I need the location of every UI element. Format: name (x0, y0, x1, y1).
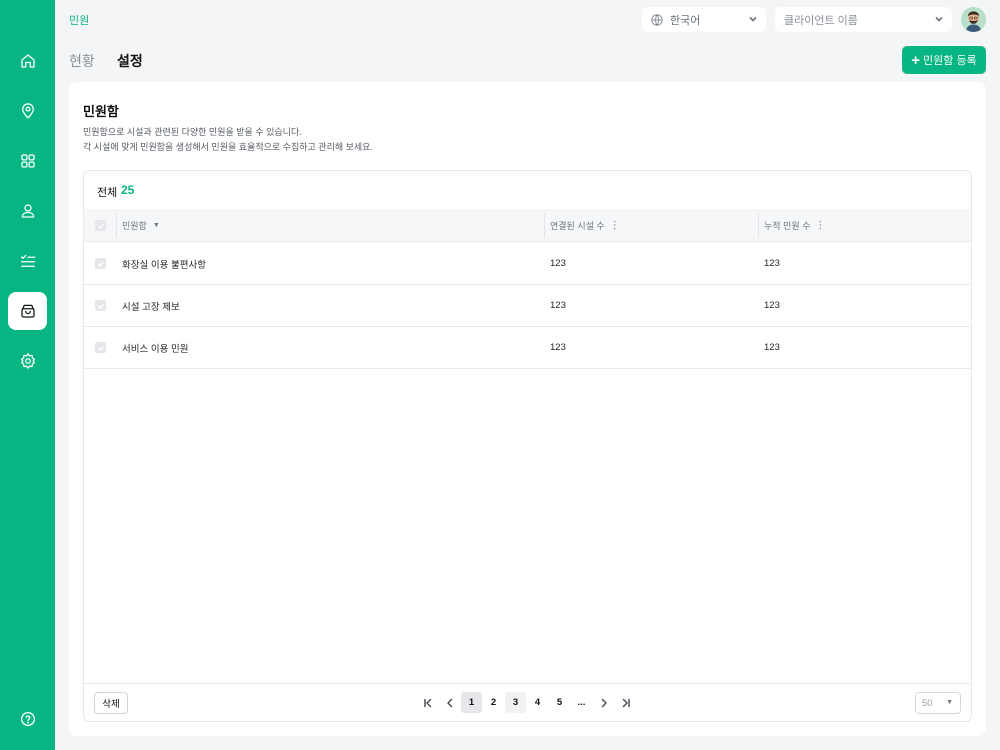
location-pin-icon (21, 103, 34, 119)
complaint-box-card: 민원함 민원함으로 시설과 관련된 다양한 민원을 받을 수 있습니다. 각 시… (69, 82, 986, 736)
description-line-1: 민원함으로 시설과 관련된 다양한 민원을 받을 수 있습니다. (83, 127, 302, 137)
column-divider[interactable] (544, 213, 545, 238)
prev-page-button[interactable] (442, 692, 458, 713)
cell-name: 화장실 이용 불편사항 (122, 259, 206, 271)
total-label: 전체 (97, 187, 118, 199)
add-complaint-box-button[interactable]: + 민원함 등록 (902, 46, 986, 74)
globe-icon (650, 13, 664, 27)
cell-name: 시설 고장 제보 (122, 301, 180, 313)
caret-down-icon: ▼ (946, 699, 953, 706)
help-circle-icon (20, 711, 35, 727)
column-header-complaints[interactable]: 누적 민원 수 ⋮ (764, 209, 825, 242)
row-checkbox[interactable] (95, 258, 106, 269)
cell-complaints: 123 (764, 300, 780, 311)
complaint-box-table: 전체 25 민원함 ▼ 연결된 시설 수 ⋮ 누적 민원 수 ⋮ 화장실 이용 … (83, 170, 972, 722)
description-line-2: 각 시설에 맞게 민원함을 생성해서 민원을 효율적으로 수집하고 관리해 보세… (83, 142, 373, 152)
first-page-button[interactable] (420, 692, 436, 713)
sidebar (0, 0, 55, 750)
sidebar-item-grid[interactable] (8, 142, 47, 180)
column-divider[interactable] (758, 213, 759, 238)
kebab-menu-icon[interactable]: ⋮ (610, 220, 620, 231)
column-header-name-label: 민원함 (122, 221, 147, 231)
cell-facilities: 123 (550, 300, 566, 311)
gear-icon (20, 353, 35, 369)
next-page-button[interactable] (596, 692, 612, 713)
page-3-button[interactable]: 3 (505, 692, 526, 713)
page-4-button[interactable]: 4 (527, 692, 548, 713)
home-icon (20, 54, 35, 68)
row-checkbox[interactable] (95, 300, 106, 311)
cell-complaints: 123 (764, 342, 780, 353)
row-checkbox[interactable] (95, 342, 106, 353)
cell-name: 서비스 이용 민원 (122, 343, 189, 355)
check-icon (97, 303, 104, 309)
column-divider (116, 213, 117, 238)
language-select-value: 한국어 (670, 14, 701, 27)
plus-icon: + (911, 51, 921, 69)
table-footer: 삭제 1 2 3 4 5 ... 50 ▼ (84, 683, 971, 721)
table-row[interactable]: 화장실 이용 불편사항 123 123 (84, 243, 971, 285)
page-1-button[interactable]: 1 (461, 692, 482, 713)
page-ellipsis: ... (577, 697, 586, 708)
table-header: 민원함 ▼ 연결된 시설 수 ⋮ 누적 민원 수 ⋮ (84, 209, 971, 242)
check-icon (97, 223, 104, 229)
chevron-left-icon (447, 698, 453, 707)
user-icon (21, 204, 34, 218)
cell-facilities: 123 (550, 342, 566, 353)
page-5-button[interactable]: 5 (549, 692, 570, 713)
client-select-placeholder: 클라이언트 이름 (784, 14, 858, 27)
sidebar-item-home[interactable] (8, 42, 47, 80)
check-icon (97, 261, 104, 267)
breadcrumb[interactable]: 민원 (69, 12, 89, 28)
grid-icon (20, 154, 35, 168)
tab-settings[interactable]: 설정 (117, 51, 143, 71)
cell-facilities: 123 (550, 258, 566, 269)
page-title: 민원함 (83, 104, 119, 119)
help-button[interactable] (8, 700, 47, 738)
column-header-facilities[interactable]: 연결된 시설 수 ⋮ (550, 209, 620, 242)
chevron-down-icon (748, 14, 758, 24)
sidebar-item-checklist[interactable] (8, 242, 47, 280)
check-icon (97, 345, 104, 351)
page-2-button[interactable]: 2 (483, 692, 504, 713)
avatar[interactable] (961, 7, 986, 32)
tab-status[interactable]: 현황 (69, 51, 95, 71)
first-page-icon (424, 698, 432, 707)
table-row[interactable]: 시설 고장 제보 123 123 (84, 285, 971, 327)
client-select[interactable]: 클라이언트 이름 (775, 7, 952, 32)
chevron-right-icon (601, 698, 607, 707)
chevron-down-icon (934, 14, 944, 24)
sort-down-icon: ▼ (152, 222, 160, 229)
sidebar-item-users[interactable] (8, 192, 47, 230)
column-header-complaints-label: 누적 민원 수 (764, 221, 811, 231)
sidebar-item-inbox[interactable] (8, 292, 47, 330)
last-page-button[interactable] (618, 692, 634, 713)
kebab-menu-icon[interactable]: ⋮ (815, 220, 825, 231)
add-complaint-box-label: 민원함 등록 (923, 55, 977, 67)
per-page-value: 50 (922, 697, 933, 709)
checklist-icon (20, 254, 35, 267)
language-select[interactable]: 한국어 (642, 7, 766, 32)
delete-button[interactable]: 삭제 (94, 692, 128, 714)
table-row[interactable]: 서비스 이용 민원 123 123 (84, 327, 971, 369)
total-count: 25 (121, 183, 135, 197)
select-all-checkbox[interactable] (95, 220, 106, 231)
per-page-select[interactable]: 50 ▼ (915, 692, 961, 714)
sidebar-item-location[interactable] (8, 92, 47, 130)
column-header-name[interactable]: 민원함 ▼ (122, 209, 160, 242)
column-header-facilities-label: 연결된 시설 수 (550, 221, 605, 231)
cell-complaints: 123 (764, 258, 780, 269)
inbox-icon (20, 304, 35, 318)
last-page-icon (622, 698, 630, 707)
sidebar-item-settings[interactable] (8, 342, 47, 380)
